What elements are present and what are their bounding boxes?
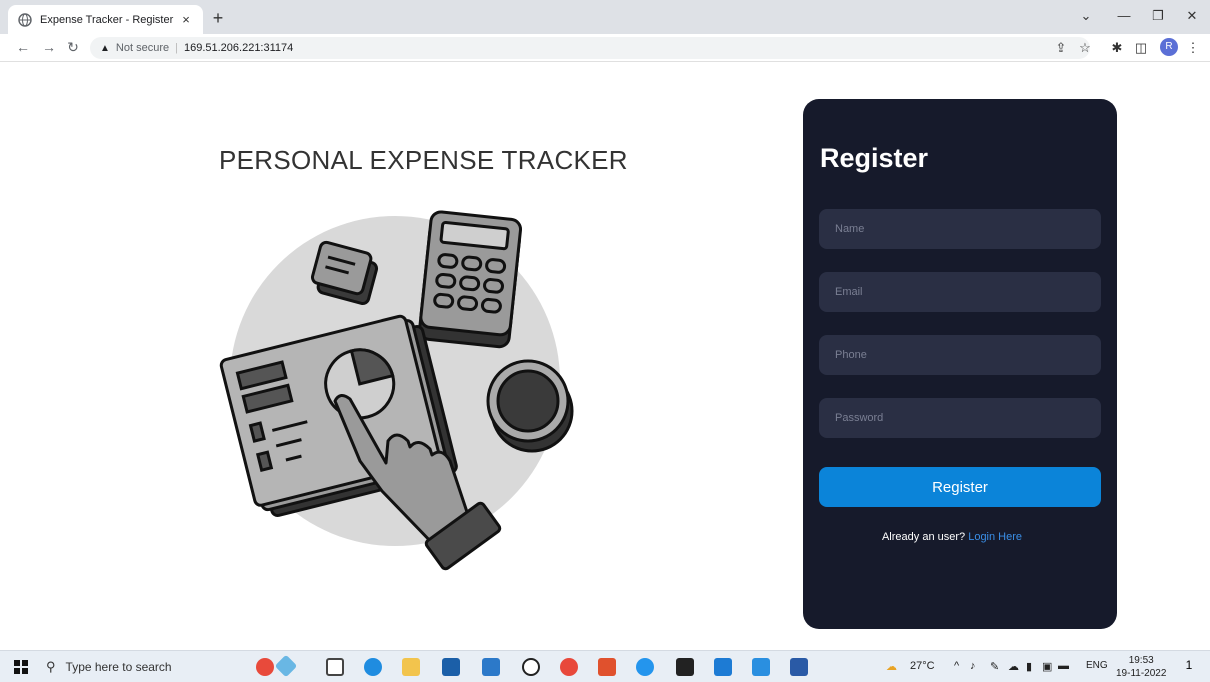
chrome-icon[interactable] [560, 658, 578, 676]
news-widget-icon[interactable] [256, 658, 274, 676]
notification-count: 1 [1185, 658, 1193, 672]
reload-icon[interactable]: ↻ [64, 38, 82, 56]
already-user-text: Already an user? [881, 531, 966, 543]
security-label[interactable]: Not secure [116, 42, 169, 54]
globe-icon [18, 12, 32, 27]
name-input[interactable] [819, 209, 1101, 249]
url-text[interactable]: 169.51.206.221:31174 [184, 42, 293, 54]
pen-icon[interactable]: ✎ [990, 660, 999, 673]
display-icon[interactable]: ▣ [1042, 660, 1052, 673]
login-link[interactable]: Login Here [968, 531, 1022, 543]
language-indicator[interactable]: ENG [1086, 660, 1108, 671]
tab-title: Expense Tracker - Register [40, 13, 174, 26]
email-input[interactable] [819, 272, 1101, 312]
task-view-icon[interactable] [326, 658, 344, 676]
weather-widget-icon[interactable] [274, 654, 298, 678]
mail-icon[interactable] [482, 658, 500, 676]
docker-icon[interactable] [636, 658, 654, 676]
clock-date: 19-11-2022 [1116, 668, 1167, 679]
close-window-icon[interactable]: ✕ [1182, 8, 1202, 24]
side-panel-icon[interactable]: ◫ [1132, 39, 1150, 57]
register-card: Register Register Already an user? Login… [803, 99, 1117, 629]
address-bar[interactable]: ▲ Not secure | 169.51.206.221:31174 [90, 37, 1090, 59]
cloud-icon[interactable]: ☁ [1008, 660, 1019, 673]
search-placeholder: Type here to search [65, 660, 172, 674]
word-icon[interactable] [790, 658, 808, 676]
store-icon[interactable] [442, 658, 460, 676]
notification-icon[interactable]: 1 [1180, 658, 1198, 676]
weather-tray-icon[interactable]: ☁ [886, 660, 897, 673]
back-arrow-icon[interactable]: ← [14, 38, 32, 56]
teamviewer-icon[interactable] [714, 658, 732, 676]
browser-tab[interactable]: Expense Tracker - Register × [8, 5, 203, 34]
minimize-icon[interactable]: — [1114, 8, 1134, 23]
taskbar-search[interactable]: ⚲ Type here to search [46, 655, 242, 679]
password-input[interactable] [819, 398, 1101, 438]
edge-icon[interactable] [364, 658, 382, 676]
tab-strip: Expense Tracker - Register × + ⌄ — ❐ ✕ [0, 0, 1210, 34]
windows-taskbar: ⚲ Type here to search ☁ 27°C ^ ♪ ✎ ☁ ▮ ▣… [0, 650, 1210, 682]
clock-time: 19:53 [1128, 655, 1154, 666]
menu-icon[interactable]: ⋮ [1184, 39, 1202, 57]
chevron-up-icon[interactable]: ^ [954, 660, 959, 672]
expense-illustration [219, 210, 574, 571]
battery-icon[interactable]: ▮ [1026, 660, 1032, 673]
windows-start-icon[interactable] [14, 660, 28, 674]
search-icon: ⚲ [46, 659, 56, 674]
temperature[interactable]: 27°C [910, 660, 935, 672]
close-tab-icon[interactable]: × [179, 12, 193, 27]
separator: | [175, 42, 178, 54]
volume-icon[interactable]: ♪ [970, 660, 976, 672]
restore-icon[interactable]: ❐ [1148, 8, 1168, 24]
bookmark-star-icon[interactable]: ☆ [1076, 39, 1094, 57]
browser-toolbar: ← → ↻ ▲ Not secure | 169.51.206.221:3117… [0, 34, 1210, 62]
network-icon[interactable]: ▬ [1058, 660, 1069, 672]
profile-avatar[interactable]: R [1160, 38, 1178, 56]
extensions-icon[interactable]: ✱ [1108, 39, 1126, 57]
login-prompt: Already an user? Login Here [803, 531, 1101, 543]
dell-icon[interactable] [522, 658, 540, 676]
office-icon[interactable] [598, 658, 616, 676]
vscode-icon[interactable] [752, 658, 770, 676]
page-content: PERSONAL EXPENSE TRACKER Register Name E… [0, 63, 1210, 650]
clock[interactable]: 19:53 19-11-2022 [1116, 654, 1166, 680]
share-icon[interactable]: ⇪ [1052, 39, 1070, 57]
terminal-icon[interactable] [676, 658, 694, 676]
file-explorer-icon[interactable] [402, 658, 420, 676]
register-button[interactable]: Register [819, 467, 1101, 507]
browser-window: Expense Tracker - Register × + ⌄ — ❐ ✕ ←… [0, 0, 1210, 682]
new-tab-button[interactable]: + [208, 8, 228, 28]
warning-icon[interactable]: ▲ [100, 43, 110, 54]
phone-input[interactable] [819, 335, 1101, 375]
register-title: Register [820, 143, 929, 173]
forward-arrow-icon[interactable]: → [40, 38, 58, 56]
tab-search-icon[interactable]: ⌄ [1076, 8, 1096, 24]
page-heading: PERSONAL EXPENSE TRACKER [219, 145, 628, 175]
